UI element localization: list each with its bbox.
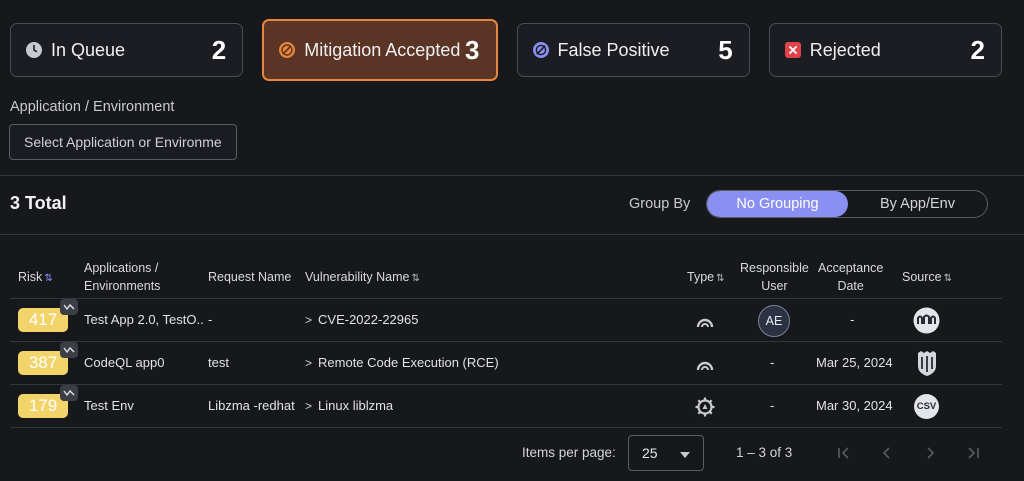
table-row[interactable]: 179 Test Env Libzma -redhat > Linux liblz… bbox=[10, 385, 1002, 428]
sort-icon: ⇅ bbox=[943, 273, 952, 284]
arch-icon bbox=[694, 310, 716, 332]
no-bug-icon bbox=[278, 41, 296, 59]
header-vulnerability-name[interactable]: Vulnerability Name ⇅ bbox=[305, 268, 420, 288]
chevron-right-icon: > bbox=[305, 313, 313, 327]
vulnerability-cell[interactable]: > CVE-2022-22965 bbox=[305, 312, 418, 327]
close-icon bbox=[784, 41, 802, 59]
request-cell: - bbox=[208, 312, 213, 327]
total-count: 3 Total bbox=[10, 193, 67, 213]
group-by-toggle: No Grouping By App/Env bbox=[706, 190, 988, 218]
responsible-user-cell: - bbox=[770, 398, 775, 413]
status-card-count: 5 bbox=[718, 34, 733, 65]
first-page-icon[interactable] bbox=[835, 444, 853, 462]
page-size-value: 25 bbox=[642, 445, 658, 461]
header-type[interactable]: Type ⇅ bbox=[687, 268, 725, 288]
header-applications: Applications / Environments bbox=[84, 261, 161, 293]
chevron-right-icon: > bbox=[305, 356, 313, 370]
header-risk[interactable]: Risk ⇅ bbox=[18, 268, 53, 288]
status-card-label: False Positive bbox=[557, 39, 670, 60]
table-row[interactable]: 417 Test App 2.0, TestO... - > CVE-2022-2… bbox=[10, 299, 1002, 342]
page-size-select[interactable]: 25 bbox=[628, 435, 704, 471]
trend-icon bbox=[60, 299, 78, 315]
group-by-label: Group By bbox=[629, 196, 691, 212]
previous-page-icon[interactable] bbox=[878, 444, 896, 462]
status-cards: In Queue 2 Mitigation Accepted 3 False P… bbox=[10, 19, 1002, 81]
table-row[interactable]: 387 CodeQL app0 test > Remote Code Execut… bbox=[10, 342, 1002, 385]
status-card-label: Mitigation Accepted bbox=[304, 39, 461, 60]
filter-label: Application / Environment bbox=[10, 99, 175, 115]
header-responsible-user: Responsible User bbox=[740, 261, 809, 293]
group-option-no-grouping[interactable]: No Grouping bbox=[707, 191, 848, 217]
request-cell: Libzma -redhat bbox=[208, 398, 295, 413]
items-per-page-label: Items per page: bbox=[522, 445, 616, 460]
status-card-false-positive[interactable]: False Positive 5 bbox=[516, 23, 750, 77]
application-cell: Test App 2.0, TestO... bbox=[84, 312, 204, 327]
status-card-rejected[interactable]: Rejected 2 bbox=[768, 23, 1002, 77]
arch-icon bbox=[694, 353, 716, 375]
acceptance-date-cell: Mar 30, 2024 bbox=[816, 398, 893, 413]
avatar: AE bbox=[758, 305, 790, 337]
header-acceptance-date: Acceptance Date bbox=[818, 261, 884, 293]
acceptance-date-cell: - bbox=[850, 312, 855, 327]
responsible-user-cell: - bbox=[770, 355, 775, 370]
status-card-label: In Queue bbox=[51, 39, 126, 60]
csv-label: CSV bbox=[914, 394, 939, 419]
sort-icon: ⇅ bbox=[44, 273, 53, 284]
header-request-name: Request Name bbox=[208, 270, 292, 284]
false-positive-icon bbox=[532, 41, 550, 59]
application-cell: Test Env bbox=[84, 398, 134, 413]
vulnerability-cell[interactable]: > Linux liblzma bbox=[305, 398, 393, 413]
divider bbox=[0, 175, 1024, 176]
clock-icon bbox=[25, 41, 43, 59]
group-option-by-app-env[interactable]: By App/Env bbox=[848, 191, 987, 217]
application-cell: CodeQL app0 bbox=[84, 355, 165, 370]
status-card-count: 3 bbox=[465, 34, 480, 65]
status-card-label: Rejected bbox=[809, 39, 881, 60]
waves-logo-icon bbox=[913, 307, 940, 334]
acceptance-date-cell: Mar 25, 2024 bbox=[816, 355, 893, 370]
next-page-icon[interactable] bbox=[921, 444, 939, 462]
page-range: 1 – 3 of 3 bbox=[736, 445, 793, 460]
last-page-icon[interactable] bbox=[964, 444, 982, 462]
caret-down-icon bbox=[680, 445, 690, 461]
divider bbox=[0, 234, 1024, 235]
trend-icon bbox=[60, 385, 78, 401]
application-environment-select[interactable] bbox=[9, 124, 237, 160]
shield-logo-icon bbox=[913, 350, 940, 377]
status-card-count: 2 bbox=[970, 34, 985, 65]
status-card-mitigation-accepted[interactable]: Mitigation Accepted 3 bbox=[262, 19, 498, 81]
chevron-right-icon: > bbox=[305, 399, 313, 413]
request-cell: test bbox=[208, 355, 229, 370]
status-card-count: 2 bbox=[211, 34, 227, 65]
status-card-in-queue[interactable]: In Queue 2 bbox=[10, 23, 244, 77]
vulnerability-cell[interactable]: > Remote Code Execution (RCE) bbox=[305, 355, 499, 370]
csv-icon: CSV bbox=[913, 393, 940, 420]
sort-icon: ⇅ bbox=[716, 273, 725, 284]
header-source[interactable]: Source ⇅ bbox=[902, 268, 952, 288]
trend-icon bbox=[60, 342, 78, 358]
sort-icon: ⇅ bbox=[411, 273, 420, 284]
gear-icon bbox=[694, 396, 716, 418]
